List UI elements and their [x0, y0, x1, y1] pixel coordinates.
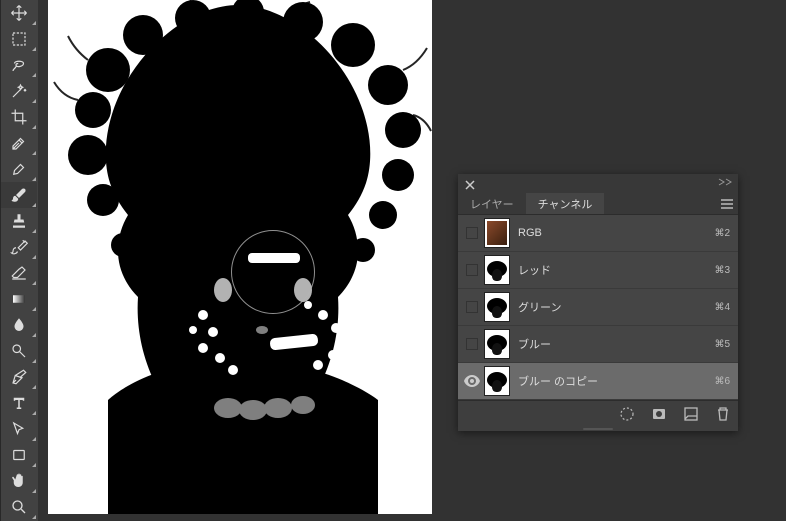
- stamp-tool[interactable]: [1, 208, 37, 234]
- panel-titlebar[interactable]: [458, 174, 738, 193]
- visibility-toggle[interactable]: [462, 301, 482, 313]
- close-icon[interactable]: [464, 178, 476, 190]
- visibility-off-box: [466, 227, 478, 239]
- visibility-toggle[interactable]: [462, 227, 482, 239]
- channel-row[interactable]: ブルー のコピー⌘6: [458, 363, 738, 400]
- load-selection-icon[interactable]: [618, 405, 636, 423]
- lasso-tool[interactable]: [1, 52, 37, 78]
- eyedropper-tool[interactable]: [1, 130, 37, 156]
- gradient-tool[interactable]: [1, 286, 37, 312]
- visibility-off-box: [466, 338, 478, 350]
- channel-row[interactable]: レッド⌘3: [458, 252, 738, 289]
- canvas-image: [48, 0, 432, 514]
- visibility-off-box: [466, 264, 478, 276]
- move-tool[interactable]: [1, 0, 37, 26]
- channel-name: ブルー: [518, 336, 714, 352]
- channel-name: ブルー のコピー: [518, 373, 714, 389]
- channel-shortcut: ⌘5: [714, 339, 730, 350]
- tab-channels[interactable]: チャンネル: [526, 193, 605, 214]
- channels-panel: レイヤー チャンネル RGB⌘2レッド⌘3グリーン⌘4ブルー⌘5ブルー のコピー…: [458, 174, 738, 431]
- document-canvas[interactable]: [48, 0, 432, 514]
- eraser-tool[interactable]: [1, 260, 37, 286]
- blur-tool[interactable]: [1, 312, 37, 338]
- shape-tool[interactable]: [1, 442, 37, 468]
- channel-thumbnail: [484, 329, 510, 359]
- panel-tabbar: レイヤー チャンネル: [458, 193, 738, 215]
- channel-name: レッド: [518, 262, 714, 278]
- tab-layers[interactable]: レイヤー: [458, 193, 526, 214]
- channel-shortcut: ⌘6: [714, 376, 730, 387]
- channel-shortcut: ⌘4: [714, 302, 730, 313]
- panel-footer: [458, 400, 738, 426]
- tools-toolbar: [0, 0, 38, 521]
- channel-thumbnail: [484, 255, 510, 285]
- channel-thumbnail: [484, 292, 510, 322]
- hand-tool[interactable]: [1, 468, 37, 494]
- channel-thumbnail: [484, 218, 510, 248]
- delete-channel-icon[interactable]: [714, 405, 732, 423]
- channel-row[interactable]: グリーン⌘4: [458, 289, 738, 326]
- magic-wand-tool[interactable]: [1, 78, 37, 104]
- visibility-toggle[interactable]: [462, 264, 482, 276]
- patch-tool[interactable]: [1, 156, 37, 182]
- channel-shortcut: ⌘3: [714, 265, 730, 276]
- type-tool[interactable]: [1, 390, 37, 416]
- visibility-toggle[interactable]: [462, 338, 482, 350]
- collapse-icon[interactable]: [718, 178, 732, 189]
- panel-menu-icon[interactable]: [716, 193, 738, 214]
- channel-thumbnail: [484, 366, 510, 396]
- channel-list: RGB⌘2レッド⌘3グリーン⌘4ブルー⌘5ブルー のコピー⌘6: [458, 215, 738, 400]
- crop-tool[interactable]: [1, 104, 37, 130]
- eye-icon: [464, 375, 480, 387]
- marquee-tool[interactable]: [1, 26, 37, 52]
- visibility-off-box: [466, 301, 478, 313]
- pen-tool[interactable]: [1, 364, 37, 390]
- channel-shortcut: ⌘2: [714, 228, 730, 239]
- channel-row[interactable]: ブルー⌘5: [458, 326, 738, 363]
- new-channel-icon[interactable]: [682, 405, 700, 423]
- dodge-tool[interactable]: [1, 338, 37, 364]
- path-select-tool[interactable]: [1, 416, 37, 442]
- channel-name: RGB: [518, 227, 714, 239]
- save-selection-icon[interactable]: [650, 405, 668, 423]
- panel-resize-grip[interactable]: [458, 426, 738, 431]
- zoom-tool[interactable]: [1, 494, 37, 520]
- history-brush-tool[interactable]: [1, 234, 37, 260]
- brush-tool[interactable]: [1, 182, 37, 208]
- channel-name: グリーン: [518, 299, 714, 315]
- visibility-toggle[interactable]: [462, 375, 482, 387]
- channel-row[interactable]: RGB⌘2: [458, 215, 738, 252]
